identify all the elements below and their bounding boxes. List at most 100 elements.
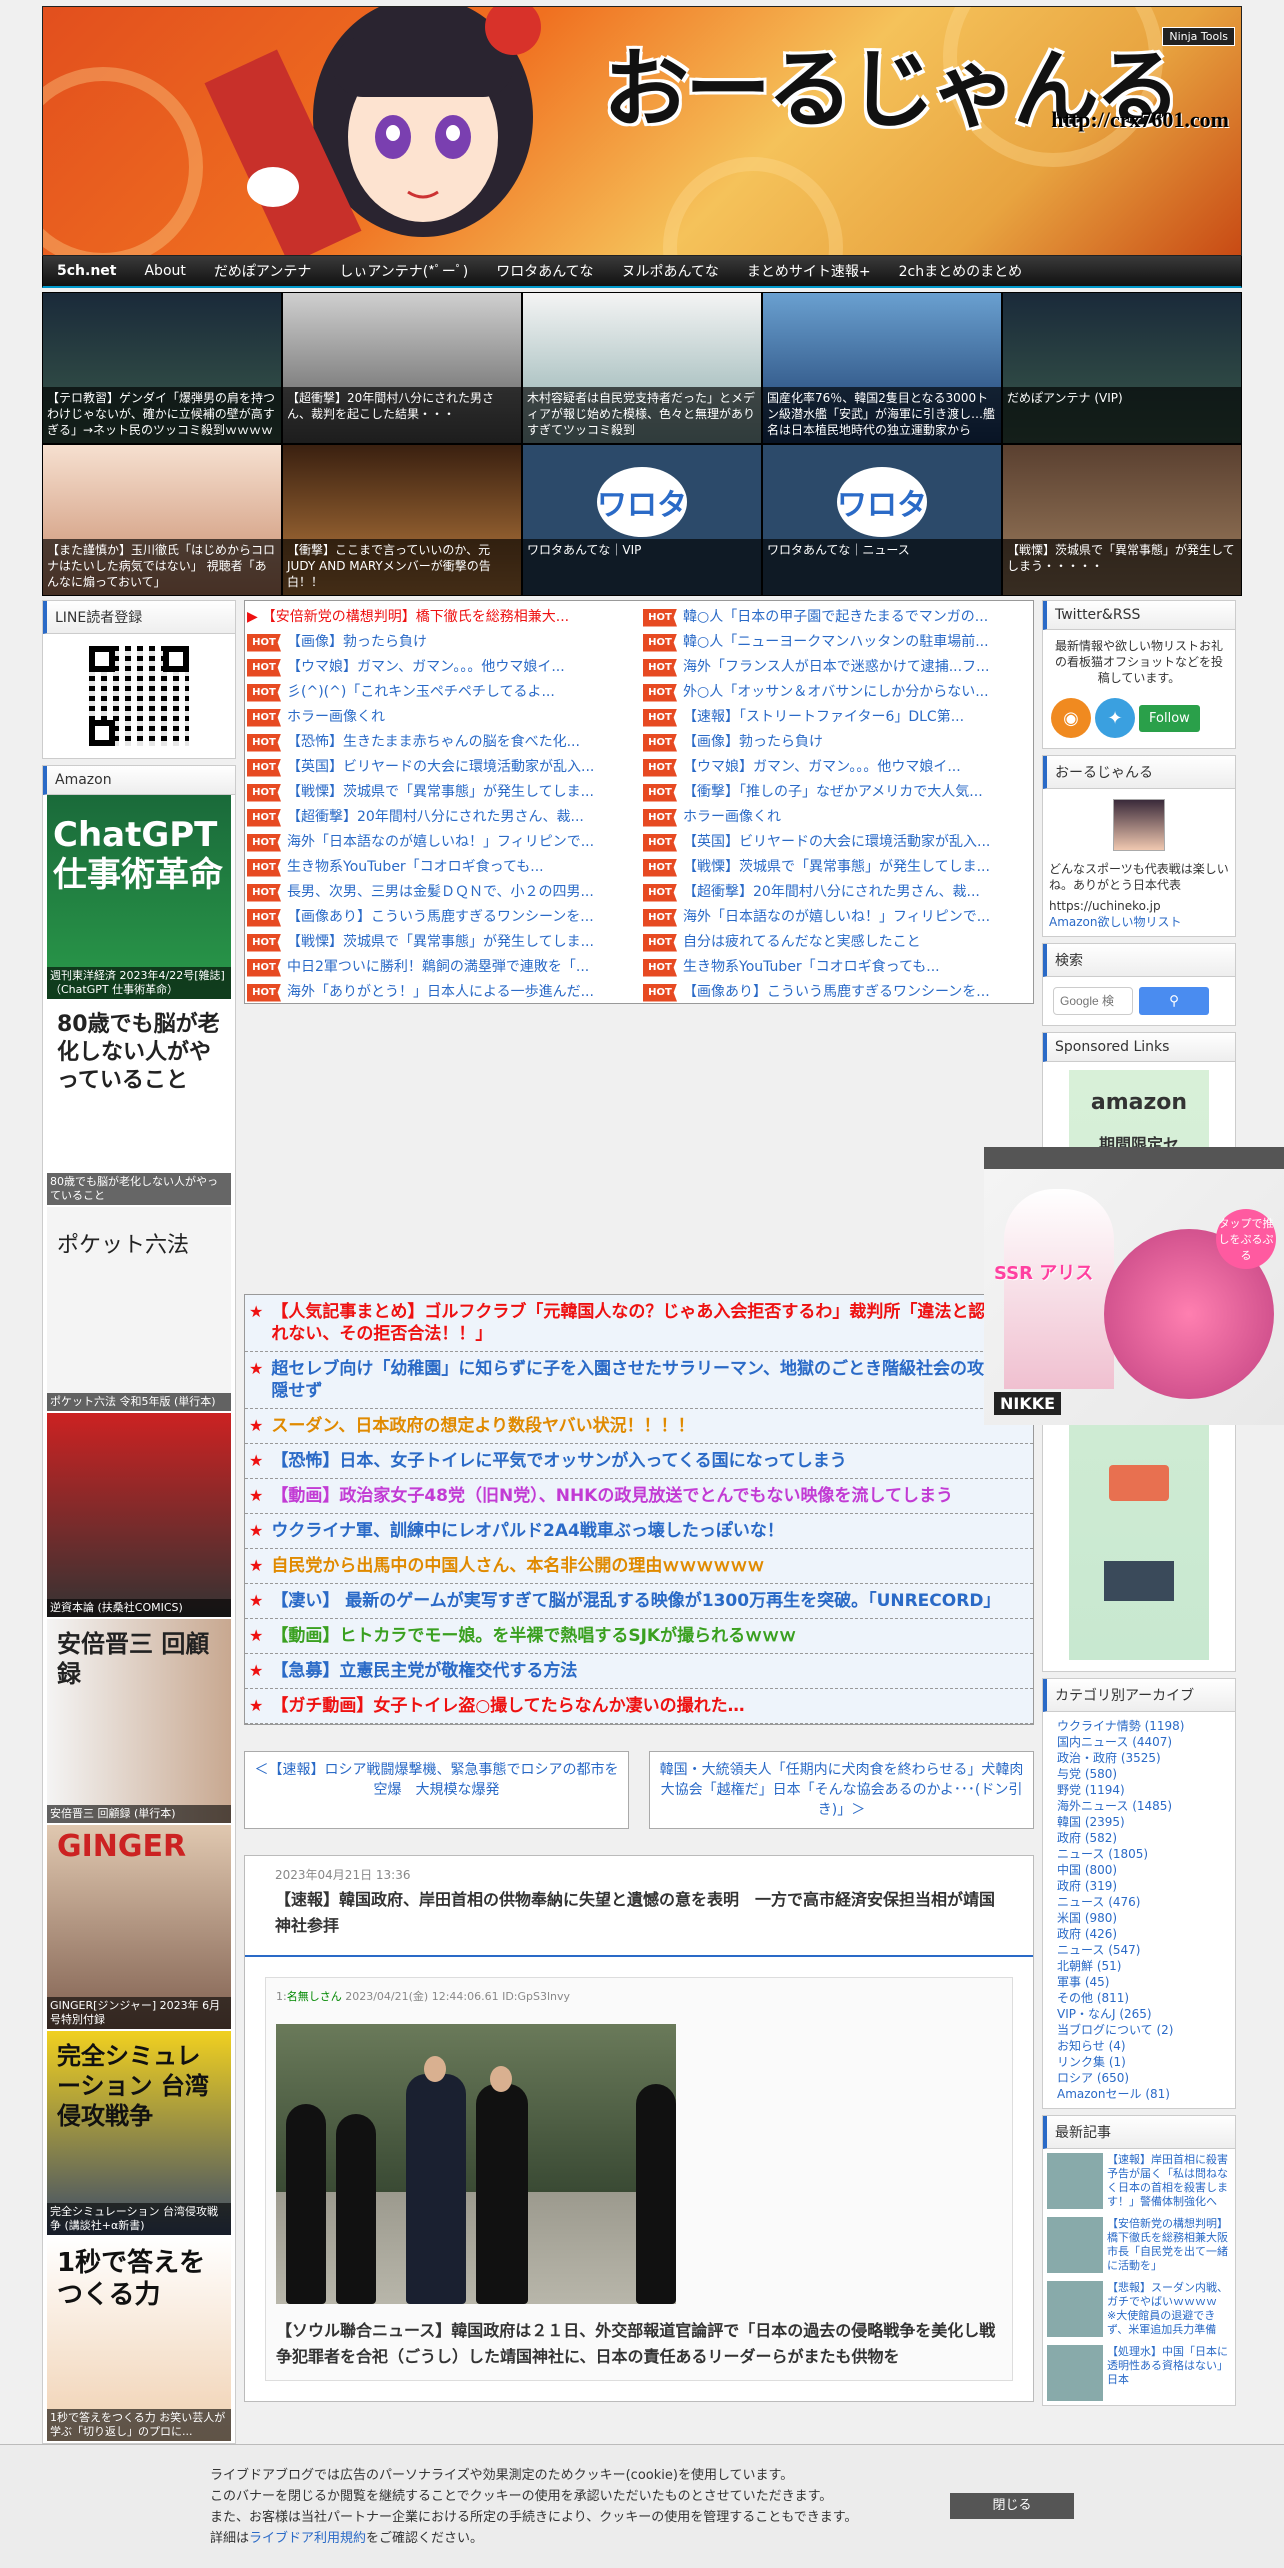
cookie-close-button[interactable]: 閉じる <box>950 2493 1074 2519</box>
close-icon[interactable]: ✕ <box>1263 1149 1276 1168</box>
headline-item[interactable]: HOT 生き物系YouTuber「コオロギ食っても... <box>247 855 635 880</box>
nav-item-nurupo[interactable]: ヌルポあんてな <box>608 261 733 281</box>
headline-item[interactable]: ▶ 【安倍新党の構想判明】橋下徹氏を総務相兼大... <box>247 605 635 630</box>
recent-article[interactable]: 【安倍新党の構想判明】橋下徹氏を総務相兼大阪市長「自民党を出て一緒に活動を」 <box>1043 2213 1235 2277</box>
headline-item[interactable]: HOT 彡(^)(^)「これキン玉ペチペチしてるよ... <box>247 680 635 705</box>
headline-item[interactable]: HOT 海外「日本語なのが嬉しいね！」フィリピンで... <box>643 905 1031 930</box>
nav-item-warota[interactable]: ワロタあんてな <box>482 261 607 281</box>
headline-item[interactable]: HOT 海外「日本語なのが嬉しいね！」フィリピンで... <box>247 830 635 855</box>
headline-item[interactable]: HOT 長男、次男、三男は金髪ＤＱＮで、小２の四男... <box>247 880 635 905</box>
headline-item[interactable]: HOT 韓○人「日本の甲子園で起きたまるでマンガの... <box>643 605 1031 630</box>
search-input[interactable] <box>1053 987 1133 1015</box>
headline-item[interactable]: HOT 【英国】ビリヤードの大会に環境活動家が乱入... <box>247 755 635 780</box>
rss-item[interactable]: ★ 【動画】ヒトカラでモー娘。を半裸で熱唱するSJKが撮られるｗｗｗ <box>245 1619 1033 1654</box>
recent-article[interactable]: 【処理水】中国「日本に透明性ある資格はない」日本 <box>1043 2341 1235 2405</box>
category-link[interactable]: 当ブログについて (2) <box>1043 2022 1235 2038</box>
book-item[interactable]: 1秒で答えをつくる力 1秒で答えをつくる力 お笑い芸人が学ぶ「切り返し」のプロに.… <box>47 2237 231 2441</box>
thumbnail-card[interactable]: 【また謹慎か】玉川徹氏「はじめからコロナはたいした病気ではない」 視聴者「あんな… <box>43 445 281 595</box>
category-link[interactable]: リンク集 (1) <box>1043 2054 1235 2070</box>
thumbnail-card[interactable]: 【超衝撃】20年間村八分にされた男さん、裁判を起こした結果・・・ <box>283 293 521 443</box>
recent-article[interactable]: 【速報】岸田首相に殺害予告が届く「私は問ねなく日本の首相を殺害します！」警備体制… <box>1043 2149 1235 2213</box>
thumbnail-card[interactable]: 【戦慄】茨城県で「異常事態」が発生してしまう・・・・・ <box>1003 445 1241 595</box>
nav-item-5ch[interactable]: 5ch.net <box>43 263 130 279</box>
rss-item[interactable]: ★ 【凄い】 最新のゲームが実写すぎて脳が混乱する映像が1300万再生を突破。「U… <box>245 1584 1033 1619</box>
category-link[interactable]: 与党 (580) <box>1043 1766 1235 1782</box>
book-item[interactable]: 逆資本論 (扶桑社COMICS) <box>47 1413 231 1617</box>
category-link[interactable]: ニュース (547) <box>1043 1942 1235 1958</box>
headline-item[interactable]: HOT 【戦慄】茨城県で「異常事態」が発生してしま... <box>247 930 635 955</box>
category-link[interactable]: 政府 (426) <box>1043 1926 1235 1942</box>
book-item[interactable]: 安倍晋三 回顧録 安倍晋三 回顧録 (単行本) <box>47 1619 231 1823</box>
follow-button[interactable]: Follow <box>1139 704 1200 732</box>
rss-item[interactable]: ★ 【動画】政治家女子48党（旧N党）、NHKの政見放送でとんでもない映像を流して… <box>245 1479 1033 1514</box>
nav-item-2ch-matome[interactable]: 2chまとめのまとめ <box>885 261 1036 281</box>
about-url[interactable]: https://uchineko.jp <box>1043 899 1235 913</box>
ninja-tools-badge[interactable]: Ninja Tools <box>1162 27 1235 46</box>
book-item[interactable]: 完全シミュレーション 台湾侵攻戦争 完全シミュレーション 台湾侵攻戦争 (講談社+… <box>47 2031 231 2235</box>
category-link[interactable]: 軍事 (45) <box>1043 1974 1235 1990</box>
headline-item[interactable]: HOT 【戦慄】茨城県で「異常事態」が発生してしま... <box>643 855 1031 880</box>
thumbnail-card[interactable]: 【衝撃】ここまで言っていいのか、元JUDY AND MARYメンバーが衝撃の告白… <box>283 445 521 595</box>
category-link[interactable]: Amazonセール (81) <box>1043 2086 1235 2102</box>
category-link[interactable]: 韓国 (2395) <box>1043 1814 1235 1830</box>
rss-icon[interactable]: ◉ <box>1051 698 1091 738</box>
headline-item[interactable]: HOT 【ウマ娘】ガマン、ガマン。。。他ウマ娘イ... <box>247 655 635 680</box>
prev-article-link[interactable]: ＜【速報】ロシア戦闘爆撃機、緊急事態でロシアの都市を空爆 大規模な爆発 <box>244 1751 629 1829</box>
headline-item[interactable]: HOT 【衝撃】「推しの子」なぜかアメリカで大人気... <box>643 780 1031 805</box>
headline-item[interactable]: HOT 中日2軍ついに勝利！鵜飼の満塁弾で連敗を「... <box>247 955 635 980</box>
headline-item[interactable]: HOT 海外「フランス人が日本で迷惑かけて逮捕...フ... <box>643 655 1031 680</box>
headline-item[interactable]: HOT 生き物系YouTuber「コオロギ食っても... <box>643 955 1031 980</box>
headline-item[interactable]: HOT 【画像】勃ったら負け <box>247 630 635 655</box>
rss-item[interactable]: ★ スーダン、日本政府の想定より数段ヤバい状況！！！！ <box>245 1409 1033 1444</box>
wishlist-link[interactable]: Amazon欲しい物リスト <box>1043 913 1235 936</box>
rss-item[interactable]: ★ ウクライナ軍、訓練中にレオパルド2A4戦車ぶっ壊したっぽいな！ <box>245 1514 1033 1549</box>
thumbnail-card[interactable]: だめぽアンテナ (VIP) <box>1003 293 1241 443</box>
headline-item[interactable]: HOT 自分は疲れてるんだなと実感したこと <box>643 930 1031 955</box>
thumbnail-card[interactable]: ワロタ ワロタあんてな｜VIP <box>523 445 761 595</box>
nav-item-damepo[interactable]: だめぽアンテナ <box>200 261 325 281</box>
rss-item[interactable]: ★ 自民党から出馬中の中国人さん、本名非公開の理由ｗｗｗｗｗｗ <box>245 1549 1033 1584</box>
headline-item[interactable]: HOT 韓○人「ニューヨークマンハッタンの駐車場前... <box>643 630 1031 655</box>
category-link[interactable]: お知らせ (4) <box>1043 2038 1235 2054</box>
twitter-bird-icon[interactable]: ✦ <box>1095 698 1135 738</box>
headline-item[interactable]: HOT 【画像】勃ったら負け <box>643 730 1031 755</box>
terms-link[interactable]: ライブドア利用規約 <box>249 2531 366 2546</box>
thumbnail-card[interactable]: 木村容疑者は自民党支持者だった」とメディアが報じ始めた模様、色々と無理がありすぎ… <box>523 293 761 443</box>
category-link[interactable]: VIP・なんJ (265) <box>1043 2006 1235 2022</box>
headline-item[interactable]: HOT ホラー画像くれ <box>247 705 635 730</box>
headline-item[interactable]: HOT 外○人「オッサン＆オバサンにしか分からない... <box>643 680 1031 705</box>
category-link[interactable]: 政府 (319) <box>1043 1878 1235 1894</box>
headline-item[interactable]: HOT 【英国】ビリヤードの大会に環境活動家が乱入... <box>643 830 1031 855</box>
qr-code-icon[interactable] <box>89 646 189 746</box>
headline-item[interactable]: HOT 【超衝撃】20年間村八分にされた男さん、裁... <box>247 805 635 830</box>
book-item[interactable]: ChatGPT 仕事術革命 週刊東洋経済 2023年4/22号[雑誌]（ChatG… <box>47 795 231 999</box>
rss-item[interactable]: ★ 【恐怖】日本、女子トイレに平気でオッサンが入ってくる国になってしまう <box>245 1444 1033 1479</box>
category-link[interactable]: 米国 (980) <box>1043 1910 1235 1926</box>
recent-article[interactable]: 【悲報】スーダン内戦、ガチでやばいｗｗｗｗ ※大使館員の退避できず、米軍追加兵力… <box>1043 2277 1235 2341</box>
article-photo[interactable] <box>276 2024 676 2304</box>
headline-item[interactable]: HOT 【画像あり】こういう馬鹿すぎるワンシーンを... <box>643 980 1031 1003</box>
headline-item[interactable]: HOT 【画像あり】こういう馬鹿すぎるワンシーンを... <box>247 905 635 930</box>
rss-item[interactable]: ★ 超セレブ向け「幼稚園」に知らずに子を入園させたサラリーマン、地獄のごとき階級社… <box>245 1352 1033 1409</box>
category-link[interactable]: 北朝鮮 (51) <box>1043 1958 1235 1974</box>
category-link[interactable]: 政治・政府 (3525) <box>1043 1750 1235 1766</box>
rss-item[interactable]: ★ 【ガチ動画】女子トイレ盗○撮してたらなんか凄いの撮れた… <box>245 1689 1033 1724</box>
book-item[interactable]: GINGER GINGER[ジンジャー] 2023年 6月号特別付録 <box>47 1825 231 2029</box>
thumbnail-card[interactable]: 【テロ教習】ゲンダイ「爆弾男の肩を持つわけじゃないが、確かに立候補の壁が高すぎる… <box>43 293 281 443</box>
book-item[interactable]: ポケット六法 ポケット六法 令和5年版 (単行本) <box>47 1207 231 1411</box>
headline-item[interactable]: HOT 【ウマ娘】ガマン、ガマン。。。他ウマ娘イ... <box>643 755 1031 780</box>
headline-item[interactable]: HOT ホラー画像くれ <box>643 805 1031 830</box>
search-button[interactable]: ⚲ <box>1139 987 1209 1015</box>
category-link[interactable]: 国内ニュース (4407) <box>1043 1734 1235 1750</box>
category-link[interactable]: ウクライナ情勢 (1198) <box>1043 1718 1235 1734</box>
headline-item[interactable]: HOT 【戦慄】茨城県で「異常事態」が発生してしま... <box>247 780 635 805</box>
category-link[interactable]: ニュース (1805) <box>1043 1846 1235 1862</box>
book-item[interactable]: 80歳でも脳が老化しない人がやっていること 80歳でも脳が老化しない人がやっている… <box>47 1001 231 1205</box>
headline-item[interactable]: HOT 【恐怖】生きたまま赤ちゃんの脳を食べた化... <box>247 730 635 755</box>
category-link[interactable]: 中国 (800) <box>1043 1862 1235 1878</box>
nav-item-about[interactable]: About <box>130 263 199 279</box>
category-link[interactable]: ロシア (650) <box>1043 2070 1235 2086</box>
category-link[interactable]: 海外ニュース (1485) <box>1043 1798 1235 1814</box>
thumbnail-card[interactable]: ワロタ ワロタあんてな｜ニュース <box>763 445 1001 595</box>
nav-item-shii[interactable]: しぃアンテナ(*ﾟーﾟ) <box>325 261 482 281</box>
